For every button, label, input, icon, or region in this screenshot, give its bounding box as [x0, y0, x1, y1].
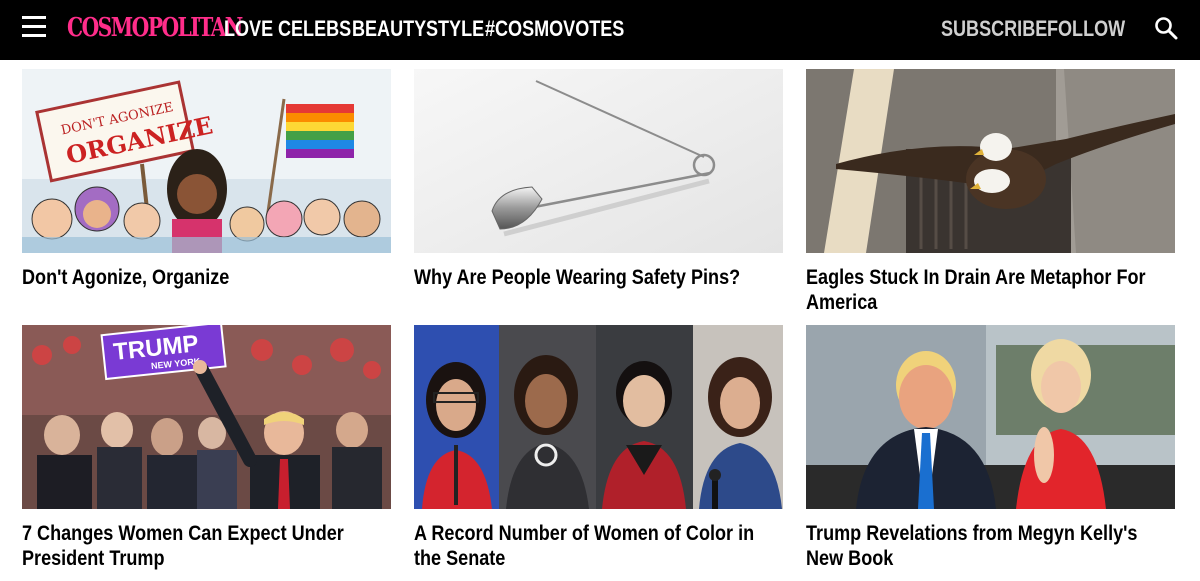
article-image-protest-illustration[interactable]: DON'T AGONIZE ORGANIZE	[22, 69, 391, 253]
search-icon[interactable]	[1154, 16, 1178, 40]
subscribe-link[interactable]: SUBSCRIBE	[941, 14, 1047, 44]
article-title[interactable]: Trump Revelations from Megyn Kelly's New…	[806, 521, 1150, 571]
main-nav: LOVE CELEBS BEAUTY STYLE #COSMOVOTES	[224, 14, 624, 44]
article-image-trump-rally[interactable]: TRUMP NEW YORK	[22, 325, 391, 509]
nav-link-celebs[interactable]: CELEBS	[278, 14, 351, 44]
article-title[interactable]: A Record Number of Women of Color in the…	[414, 521, 758, 571]
article-title[interactable]: Don't Agonize, Organize	[22, 265, 366, 290]
article-image-women-senators[interactable]	[414, 325, 783, 509]
article-image-eagles-drain[interactable]	[806, 69, 1175, 253]
nav-link-beauty[interactable]: BEAUTY	[352, 14, 426, 44]
site-logo[interactable]: COSMOPOLITAN	[67, 11, 243, 45]
menu-icon[interactable]	[22, 16, 46, 38]
article-title[interactable]: Eagles Stuck In Drain Are Metaphor For A…	[806, 265, 1150, 315]
secondary-nav: SUBSCRIBE FOLLOW	[941, 14, 1125, 44]
article-title[interactable]: 7 Changes Women Can Expect Under Preside…	[22, 521, 366, 571]
top-navigation-bar: COSMOPOLITAN LOVE CELEBS BEAUTY STYLE #C…	[0, 0, 1200, 60]
article-title[interactable]: Why Are People Wearing Safety Pins?	[414, 265, 758, 290]
article-image-trump-kelly[interactable]	[806, 325, 1175, 509]
nav-link-love[interactable]: LOVE	[224, 14, 273, 44]
nav-link-cosmovotes[interactable]: #COSMOVOTES	[485, 14, 624, 44]
follow-link[interactable]: FOLLOW	[1047, 14, 1125, 44]
article-image-safety-pin[interactable]	[414, 69, 783, 253]
nav-link-style[interactable]: STYLE	[426, 14, 484, 44]
